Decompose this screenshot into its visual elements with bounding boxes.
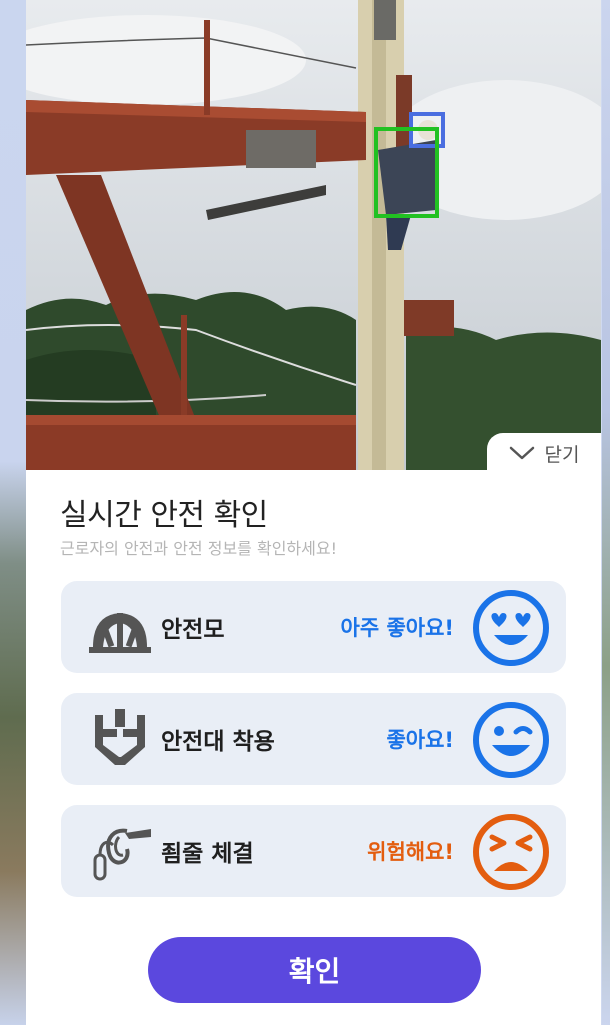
camera-feed bbox=[26, 0, 601, 470]
panel-title: 실시간 안전 확인 bbox=[60, 498, 268, 533]
lanyard-hook-icon bbox=[93, 828, 151, 881]
heart-eyes-face-icon bbox=[473, 590, 549, 666]
safety-harness-icon bbox=[95, 709, 145, 765]
background-right bbox=[602, 0, 610, 1025]
check-row-harness[interactable]: 안전대 착용 좋아요! bbox=[61, 693, 566, 785]
distressed-face-icon bbox=[473, 814, 549, 890]
confirm-button[interactable]: 확인 bbox=[148, 937, 481, 1003]
close-label: 닫기 bbox=[544, 443, 580, 466]
panel-subtitle: 근로자의 안전과 안전 정보를 확인하세요! bbox=[60, 539, 337, 558]
check-row-lanyard[interactable]: 죔줄 체결 위험해요! bbox=[61, 805, 566, 897]
check-row-hardhat[interactable]: 안전모 아주 좋아요! bbox=[61, 581, 566, 673]
close-button[interactable]: 닫기 bbox=[487, 433, 601, 473]
check-label: 안전모 bbox=[161, 617, 225, 643]
status-text: 위험해요! bbox=[367, 840, 454, 864]
hardhat-icon bbox=[89, 613, 151, 653]
check-label: 죔줄 체결 bbox=[161, 841, 254, 867]
chevron-down-icon bbox=[509, 446, 534, 460]
safety-check-card: 닫기 실시간 안전 확인 근로자의 안전과 안전 정보를 확인하세요! 안전모 … bbox=[26, 0, 601, 1025]
status-text: 좋아요! bbox=[386, 728, 454, 752]
check-label: 안전대 착용 bbox=[161, 729, 275, 755]
winking-face-icon bbox=[473, 702, 549, 778]
background-left bbox=[0, 0, 26, 1025]
status-text: 아주 좋아요! bbox=[340, 616, 455, 640]
